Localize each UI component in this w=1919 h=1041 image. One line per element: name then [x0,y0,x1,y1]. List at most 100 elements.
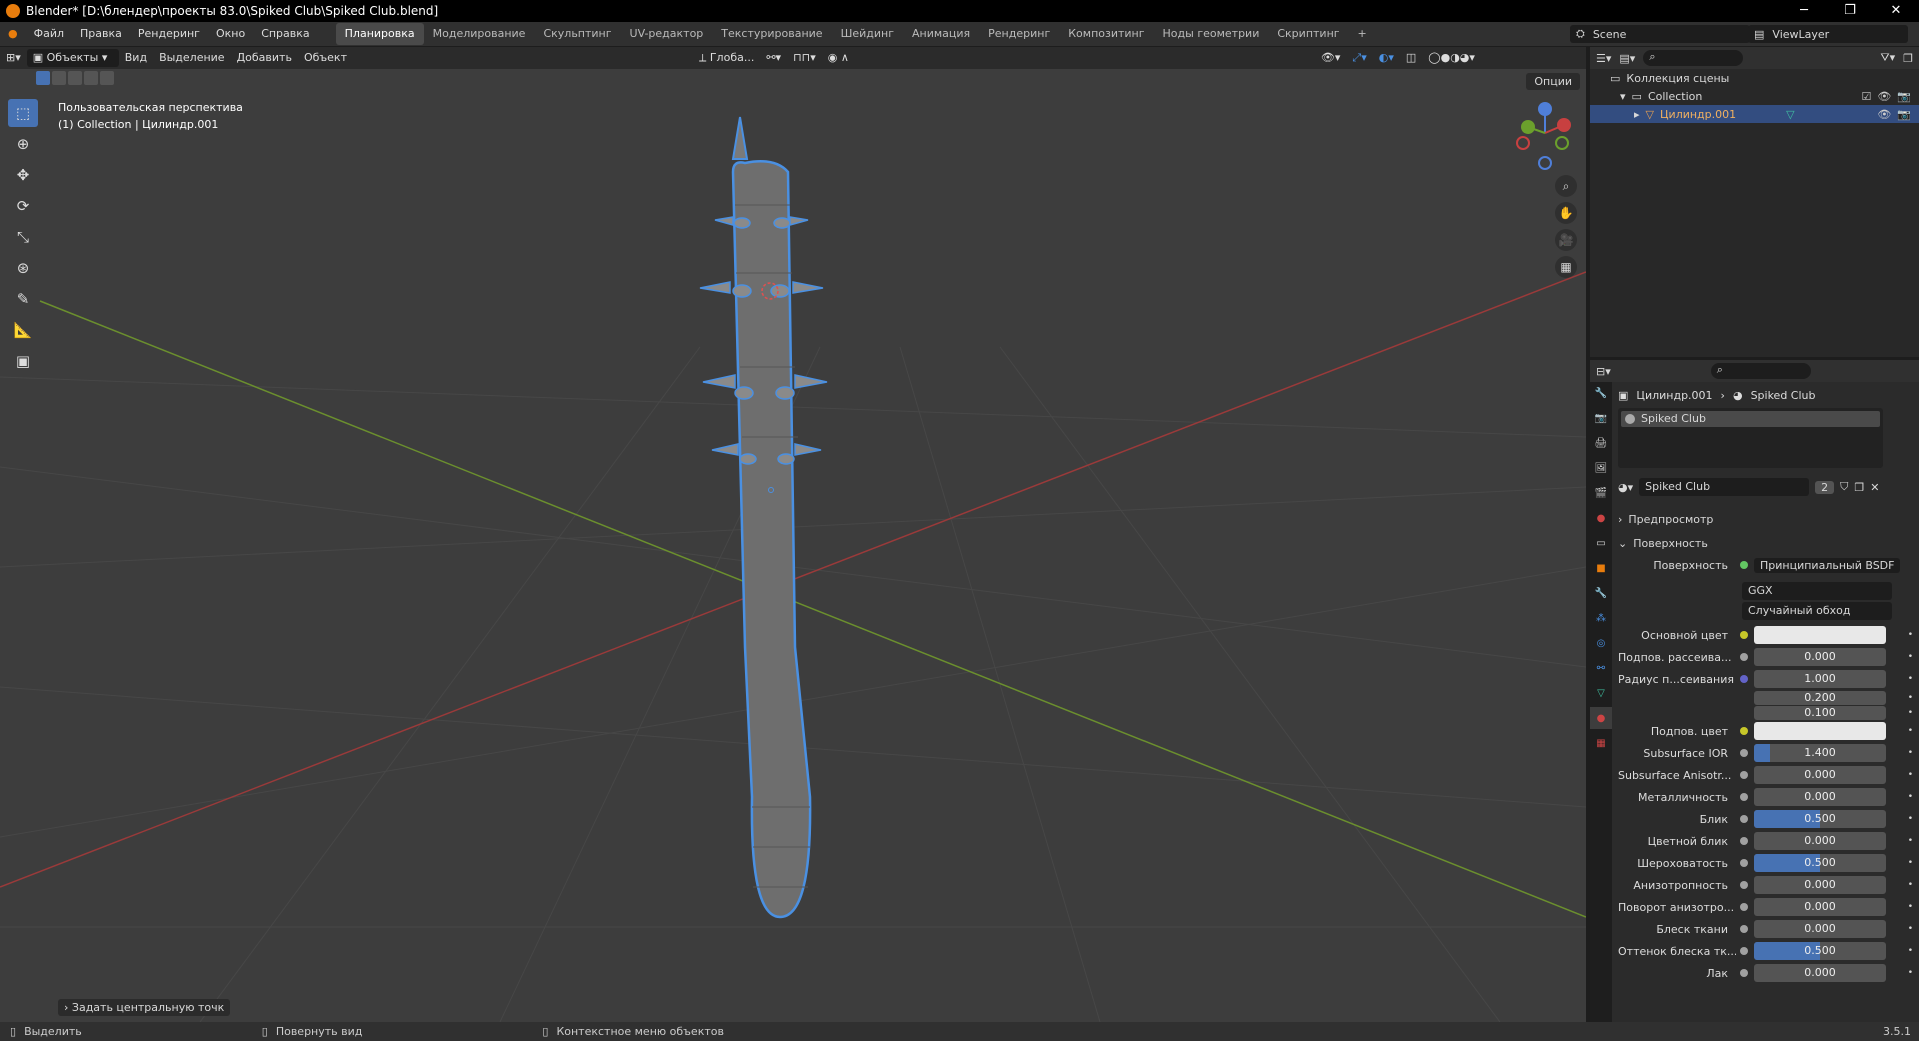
measure-icon[interactable]: 📐 [8,316,38,344]
bsdf-input-field[interactable]: 0.100 [1754,705,1886,720]
transform-icon[interactable]: ⊛ [8,254,38,282]
properties-search-input[interactable]: ⌕ [1710,363,1811,379]
bsdf-input-field[interactable] [1754,722,1886,740]
select-subtract-icon[interactable] [68,71,82,85]
outliner-scene-collection[interactable]: ▭ Коллекция сцены [1590,69,1919,87]
keyframe-dot-icon[interactable]: • [1908,902,1913,912]
pivot-icon[interactable]: ⚯▾ [760,47,787,69]
ortho-grid-icon[interactable]: ▦ [1555,256,1577,278]
object-tab-icon[interactable]: ■ [1590,557,1612,579]
keyframe-dot-icon[interactable]: • [1908,924,1913,934]
keyframe-dot-icon[interactable]: • [1908,814,1913,824]
menu-file[interactable]: Файл [26,22,72,46]
bsdf-input-field[interactable]: 0.000 [1754,876,1886,894]
close-icon[interactable]: ✕ [1873,0,1919,22]
snap-icon[interactable]: ⊓⊓▾ [787,47,822,69]
add-workspace-icon[interactable]: + [1349,23,1376,45]
bsdf-input-field[interactable]: 0.000 [1754,964,1886,982]
select-menu[interactable]: Выделение [153,47,231,69]
tab-uv-editing[interactable]: UV-редактор [621,23,713,45]
render-camera-icon[interactable]: 📷 [1897,108,1911,121]
tool-tab-icon[interactable]: 🔧 [1590,382,1612,404]
select-box-icon[interactable]: ⬚ [8,99,38,127]
tab-sculpting[interactable]: Скульптинг [534,23,620,45]
scale-icon[interactable]: ⤡ [8,223,38,251]
visibility-icon[interactable]: 👁▾ [1315,47,1347,69]
outliner-editor-icon[interactable]: ☰▾ [1596,52,1611,65]
bsdf-input-field[interactable]: 0.200 [1754,690,1886,705]
fake-user-icon[interactable]: ⛉ [1840,480,1848,494]
particles-tab-icon[interactable]: ⁂ [1590,607,1612,629]
bsdf-input-field[interactable] [1754,626,1886,644]
properties-editor-icon[interactable]: ⊟▾ [1596,365,1611,378]
keyframe-dot-icon[interactable]: • [1908,946,1913,956]
tab-shading[interactable]: Шейдинг [832,23,903,45]
socket-icon[interactable] [1740,653,1748,661]
scene-selector[interactable]: ⛭ Scene [1570,25,1750,43]
socket-icon[interactable] [1740,815,1748,823]
spiked-club-mesh[interactable] [699,116,828,919]
material-name-field[interactable]: Spiked Club [1639,478,1810,496]
tab-texture-paint[interactable]: Текстурирование [712,23,831,45]
rotate-icon[interactable]: ⟳ [8,192,38,220]
keyframe-dot-icon[interactable]: • [1908,652,1913,662]
annotate-icon[interactable]: ✎ [8,285,38,313]
proportional-edit-icon[interactable]: ◉ ∧ [822,47,855,69]
texture-tab-icon[interactable]: ▦ [1590,732,1612,754]
keyframe-dot-icon[interactable]: • [1908,708,1913,718]
view-layer-tab-icon[interactable]: 🖼 [1590,457,1612,479]
viewport-scene[interactable] [0,47,1586,1022]
outliner-collection[interactable]: ▾ ▭ Collection ☑ 👁 📷 [1590,87,1919,105]
socket-icon[interactable] [1740,771,1748,779]
keyframe-dot-icon[interactable]: • [1908,792,1913,802]
object-menu[interactable]: Объект [298,47,353,69]
zoom-icon[interactable]: ⌕ [1555,175,1577,197]
keyframe-dot-icon[interactable]: • [1908,968,1913,978]
view-menu[interactable]: Вид [119,47,153,69]
bsdf-input-field[interactable]: 0.500 [1754,854,1886,872]
socket-icon[interactable] [1740,749,1748,757]
mode-selector[interactable]: ▣ Объекты ▾ [26,49,119,67]
socket-icon[interactable] [1740,837,1748,845]
editor-type-icon[interactable]: ⊞▾ [0,47,27,69]
bsdf-input-field[interactable]: 0.000 [1754,766,1886,784]
modifier-tab-icon[interactable]: 🔧 [1590,582,1612,604]
options-button[interactable]: Опции [1526,73,1580,90]
browse-material-icon[interactable]: ◕▾ [1618,481,1633,494]
socket-icon[interactable] [1740,925,1748,933]
navigation-gizmo[interactable] [1516,102,1571,170]
display-mode-icon[interactable]: ▤▾ [1619,52,1635,65]
move-icon[interactable]: ✥ [8,161,38,189]
bsdf-input-field[interactable]: 0.500 [1754,810,1886,828]
expand-icon[interactable]: ▾ [1620,90,1626,103]
keyframe-dot-icon[interactable]: • [1908,748,1913,758]
overlay-icon[interactable]: ◐▾ [1373,47,1400,69]
material-tab-icon[interactable]: ● [1590,707,1612,729]
select-invert-icon[interactable] [84,71,98,85]
filter-icon[interactable]: ⛛▾ [1880,51,1895,65]
pan-hand-icon[interactable]: ✋ [1555,202,1577,224]
3d-viewport[interactable]: ⊞▾ ▣ Объекты ▾ Вид Выделение Добавить Об… [0,47,1586,1022]
bsdf-input-field[interactable]: 1.000 [1754,670,1886,688]
socket-icon[interactable] [1740,631,1748,639]
keyframe-dot-icon[interactable]: • [1908,880,1913,890]
keyframe-dot-icon[interactable]: • [1908,836,1913,846]
duplicate-icon[interactable]: ❐ [1854,481,1864,494]
bsdf-input-field[interactable]: 0.000 [1754,788,1886,806]
eye-icon[interactable]: 👁 [1877,108,1891,121]
menu-render[interactable]: Рендеринг [130,22,208,46]
subsurface-method-dropdown[interactable]: Случайный обход [1742,602,1892,620]
menu-edit[interactable]: Правка [72,22,130,46]
new-collection-icon[interactable]: ❐ [1903,52,1913,65]
socket-icon[interactable] [1740,947,1748,955]
transform-orientation-selector[interactable]: ⟂ Глоба... [693,47,760,69]
socket-icon[interactable] [1740,727,1748,735]
material-slot-list[interactable]: Spiked Club [1618,408,1883,468]
checkbox-icon[interactable]: ☑ [1861,90,1871,103]
world-tab-icon[interactable]: ● [1590,507,1612,529]
socket-icon[interactable] [1740,675,1748,683]
bsdf-input-field[interactable]: 0.000 [1754,920,1886,938]
bsdf-input-field[interactable]: 0.000 [1754,648,1886,666]
outliner-search-input[interactable]: ⌕ [1643,50,1744,66]
keyframe-dot-icon[interactable]: • [1908,630,1913,640]
